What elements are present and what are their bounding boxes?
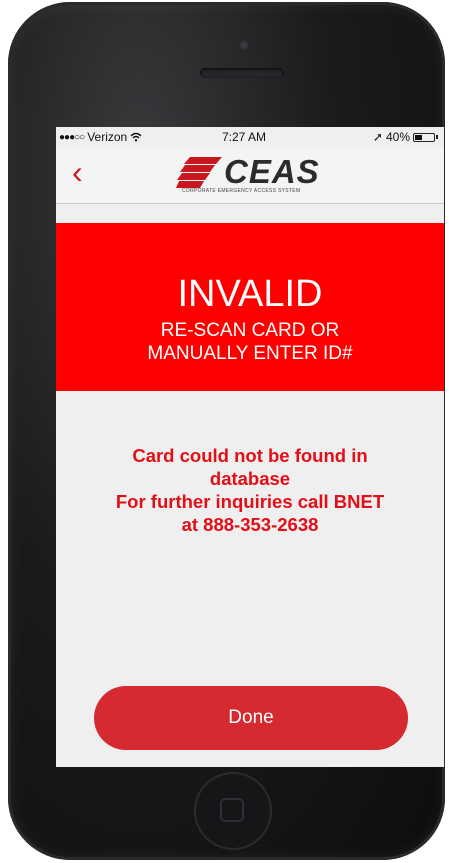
alert-title: INVALID	[177, 273, 323, 315]
navigation-bar: ‹ CEAS CORPORATE EMERGENCY ACCESS SYSTEM	[56, 147, 444, 204]
logo-subtitle: CORPORATE EMERGENCY ACCESS SYSTEM	[182, 188, 301, 194]
ceas-logo: CEAS CORPORATE EMERGENCY ACCESS SYSTEM	[176, 155, 328, 195]
logo-wordmark: CEAS	[224, 153, 320, 190]
status-left: ●●●○○ Verizon	[59, 130, 142, 144]
status-bar: ●●●○○ Verizon 7:27 AM ➚ 40%	[56, 127, 444, 147]
home-button-square-icon	[220, 798, 244, 822]
battery-fill	[415, 134, 422, 140]
front-camera	[239, 40, 249, 50]
invalid-alert-panel: INVALID RE-SCAN CARD OR MANUALLY ENTER I…	[56, 223, 444, 391]
phone-frame: ●●●○○ Verizon 7:27 AM ➚ 40% ‹ CEAS CORPO…	[8, 2, 445, 860]
alert-instruction-line: MANUALLY ENTER ID#	[147, 343, 353, 364]
battery-percentage: 40%	[385, 130, 410, 144]
wifi-icon	[130, 132, 142, 142]
done-button[interactable]: Done	[94, 686, 408, 750]
status-right: ➚ 40%	[373, 130, 438, 144]
ceas-logo-stripes-icon	[176, 157, 222, 188]
error-message-line: For further inquiries call BNET	[115, 491, 385, 512]
status-time: 7:27 AM	[222, 130, 267, 144]
error-message: Card could not be found in database For …	[76, 444, 424, 536]
location-arrow-icon: ➚	[372, 130, 383, 144]
battery-tip	[436, 135, 438, 139]
home-button[interactable]	[194, 772, 272, 850]
alert-instruction-line: RE-SCAN CARD OR	[160, 320, 340, 341]
signal-strength-icon: ●●●○○	[59, 131, 85, 143]
app-screen: ●●●○○ Verizon 7:27 AM ➚ 40% ‹ CEAS CORPO…	[56, 127, 444, 767]
error-message-line: Card could not be found in	[132, 445, 368, 466]
battery-icon	[413, 132, 435, 142]
back-button[interactable]: ‹	[72, 156, 83, 188]
alert-instructions: RE-SCAN CARD OR MANUALLY ENTER ID#	[56, 319, 444, 365]
carrier-name: Verizon	[87, 130, 128, 144]
error-message-line: at 888-353-2638	[181, 514, 319, 535]
earpiece-speaker	[200, 68, 284, 78]
error-message-line: database	[209, 468, 291, 489]
